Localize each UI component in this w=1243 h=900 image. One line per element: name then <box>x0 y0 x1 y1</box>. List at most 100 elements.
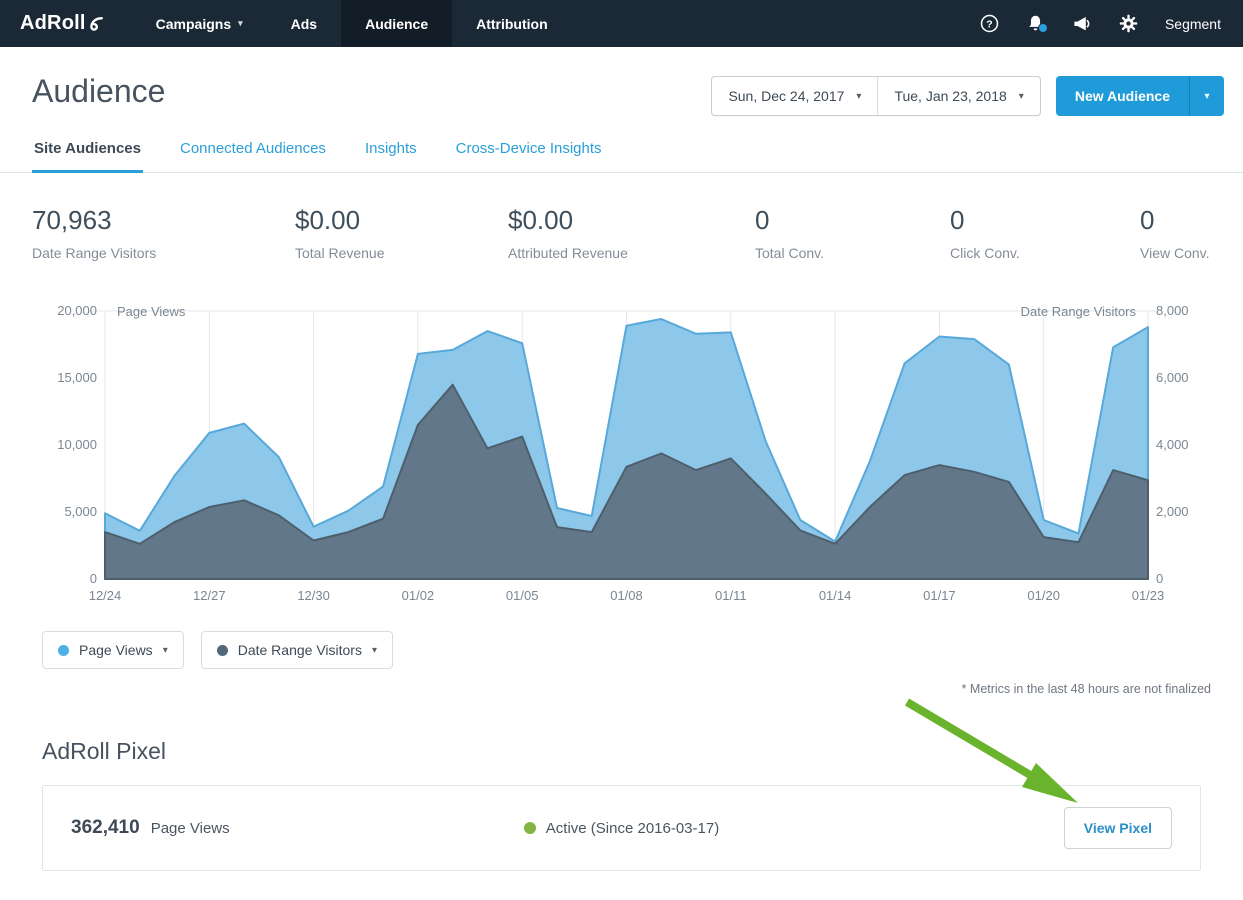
stat-date-range-visitors: 70,963 Date Range Visitors <box>32 205 295 261</box>
header-controls: Sun, Dec 24, 2017 ▾ Tue, Jan 23, 2018 ▾ … <box>711 76 1224 116</box>
traffic-chart: 12/24 12/27 12/30 01/02 01/05 01/08 01/11 01/14… <box>0 287 1243 617</box>
stats-row: 70,963 Date Range Visitors $0.00 Total R… <box>0 173 1243 261</box>
stat-label: Click Conv. <box>950 245 1140 261</box>
chart-legend: Page Views ▾ Date Range Visitors ▾ <box>0 617 1243 669</box>
chevron-down-icon: ▾ <box>1019 91 1024 102</box>
stat-value: 0 <box>1140 205 1211 236</box>
stat-total-conv: 0 Total Conv. <box>755 205 950 261</box>
svg-text:01/05: 01/05 <box>506 588 539 603</box>
svg-text:01/02: 01/02 <box>402 588 435 603</box>
svg-text:5,000: 5,000 <box>64 504 97 519</box>
svg-text:0: 0 <box>90 571 97 586</box>
svg-text:12/30: 12/30 <box>297 588 330 603</box>
svg-text:10,000: 10,000 <box>57 437 97 452</box>
legend-date-range-visitors-dropdown[interactable]: Date Range Visitors ▾ <box>201 631 393 669</box>
pixel-status: Active (Since 2016-03-17) <box>524 820 719 837</box>
svg-text:0: 0 <box>1156 571 1163 586</box>
stat-attributed-revenue: $0.00 Attributed Revenue <box>508 205 755 261</box>
tab-site-audiences[interactable]: Site Audiences <box>32 132 143 173</box>
start-date-dropdown[interactable]: Sun, Dec 24, 2017 ▾ <box>712 77 877 115</box>
notification-dot <box>1038 23 1048 33</box>
megaphone-icon[interactable] <box>1072 14 1092 33</box>
stat-total-revenue: $0.00 Total Revenue <box>295 205 508 261</box>
chevron-down-icon: ▾ <box>1204 91 1209 102</box>
nav-item-ads[interactable]: Ads <box>267 0 341 47</box>
svg-text:12/27: 12/27 <box>193 588 226 603</box>
nav-item-label: Campaigns <box>156 16 231 32</box>
chevron-down-icon: ▾ <box>238 18 243 29</box>
stat-label: View Conv. <box>1140 245 1211 261</box>
legend-label: Date Range Visitors <box>238 642 362 658</box>
stat-label: Total Revenue <box>295 245 508 261</box>
nav-item-label: Audience <box>365 16 428 32</box>
chevron-down-icon: ▾ <box>372 645 377 656</box>
svg-text:2,000: 2,000 <box>1156 504 1189 519</box>
nav-right-icons: ? <box>980 0 1243 47</box>
svg-text:20,000: 20,000 <box>57 303 97 318</box>
notifications-bell-icon[interactable] <box>1026 14 1045 33</box>
tab-cross-device-insights[interactable]: Cross-Device Insights <box>454 132 604 173</box>
svg-text:01/17: 01/17 <box>923 588 956 603</box>
stat-label: Total Conv. <box>755 245 950 261</box>
svg-text:4,000: 4,000 <box>1156 437 1189 452</box>
pixel-page-views-label: Page Views <box>151 820 230 837</box>
audience-tabs: Site Audiences Connected Audiences Insig… <box>0 132 1243 173</box>
adroll-pixel-card: 362,410 Page Views Active (Since 2016-03… <box>42 785 1201 871</box>
svg-text:15,000: 15,000 <box>57 370 97 385</box>
stat-label: Date Range Visitors <box>32 245 295 261</box>
end-date-value: Tue, Jan 23, 2018 <box>894 88 1006 104</box>
status-dot-icon <box>524 822 536 834</box>
nav-item-campaigns[interactable]: Campaigns ▾ <box>132 0 267 47</box>
stat-value: 0 <box>950 205 1140 236</box>
stat-value: 70,963 <box>32 205 295 236</box>
adroll-pixel-heading: AdRoll Pixel <box>42 738 1243 765</box>
adroll-logo-text: AdRoll <box>20 12 86 35</box>
svg-text:12/24: 12/24 <box>89 588 122 603</box>
new-audience-dropdown-toggle[interactable]: ▾ <box>1189 76 1224 116</box>
adroll-logo[interactable]: AdRoll <box>0 0 132 47</box>
svg-text:01/23: 01/23 <box>1132 588 1165 603</box>
new-audience-button[interactable]: New Audience <box>1056 76 1189 116</box>
nav-item-label: Ads <box>291 16 317 32</box>
svg-text:01/20: 01/20 <box>1027 588 1060 603</box>
top-navbar: AdRoll Campaigns ▾ Ads Audience Attribut… <box>0 0 1243 47</box>
gear-icon[interactable] <box>1119 14 1138 33</box>
svg-text:?: ? <box>986 19 992 30</box>
metrics-footnote: * Metrics in the last 48 hours are not f… <box>0 669 1243 696</box>
pixel-actions: View Pixel <box>719 807 1172 849</box>
stat-value: $0.00 <box>508 205 755 236</box>
legend-label: Page Views <box>79 642 153 658</box>
segment-menu[interactable]: Segment <box>1165 16 1221 32</box>
page-title: Audience <box>32 73 165 110</box>
pixel-status-text: Active (Since 2016-03-17) <box>546 820 719 837</box>
legend-page-views-dropdown[interactable]: Page Views ▾ <box>42 631 184 669</box>
page-views-dot-icon <box>58 645 69 656</box>
adroll-logo-icon <box>89 15 104 32</box>
svg-text:Page Views: Page Views <box>117 304 186 319</box>
audience-area-chart: 12/24 12/27 12/30 01/02 01/05 01/08 01/11 01/14… <box>0 287 1243 617</box>
date-range-visitors-dot-icon <box>217 645 228 656</box>
nav-item-audience[interactable]: Audience <box>341 0 452 47</box>
svg-text:6,000: 6,000 <box>1156 370 1189 385</box>
svg-text:01/08: 01/08 <box>610 588 643 603</box>
stat-value: 0 <box>755 205 950 236</box>
svg-text:8,000: 8,000 <box>1156 303 1189 318</box>
tab-insights[interactable]: Insights <box>363 132 419 173</box>
stat-view-conv: 0 View Conv. <box>1140 205 1211 261</box>
nav-item-attribution[interactable]: Attribution <box>452 0 572 47</box>
pixel-page-views: 362,410 Page Views <box>71 817 524 839</box>
help-icon[interactable]: ? <box>980 14 999 33</box>
chevron-down-icon: ▾ <box>856 91 861 102</box>
view-pixel-button[interactable]: View Pixel <box>1064 807 1172 849</box>
page-header: Audience Sun, Dec 24, 2017 ▾ Tue, Jan 23… <box>0 47 1243 116</box>
tab-connected-audiences[interactable]: Connected Audiences <box>178 132 328 173</box>
stat-label: Attributed Revenue <box>508 245 755 261</box>
svg-text:01/11: 01/11 <box>715 588 747 603</box>
end-date-dropdown[interactable]: Tue, Jan 23, 2018 ▾ <box>877 77 1039 115</box>
svg-text:Date Range Visitors: Date Range Visitors <box>1021 304 1137 319</box>
chevron-down-icon: ▾ <box>163 645 168 656</box>
date-range-group: Sun, Dec 24, 2017 ▾ Tue, Jan 23, 2018 ▾ <box>711 76 1040 116</box>
start-date-value: Sun, Dec 24, 2017 <box>728 88 844 104</box>
new-audience-split-button: New Audience ▾ <box>1056 76 1224 116</box>
svg-text:01/14: 01/14 <box>819 588 852 603</box>
